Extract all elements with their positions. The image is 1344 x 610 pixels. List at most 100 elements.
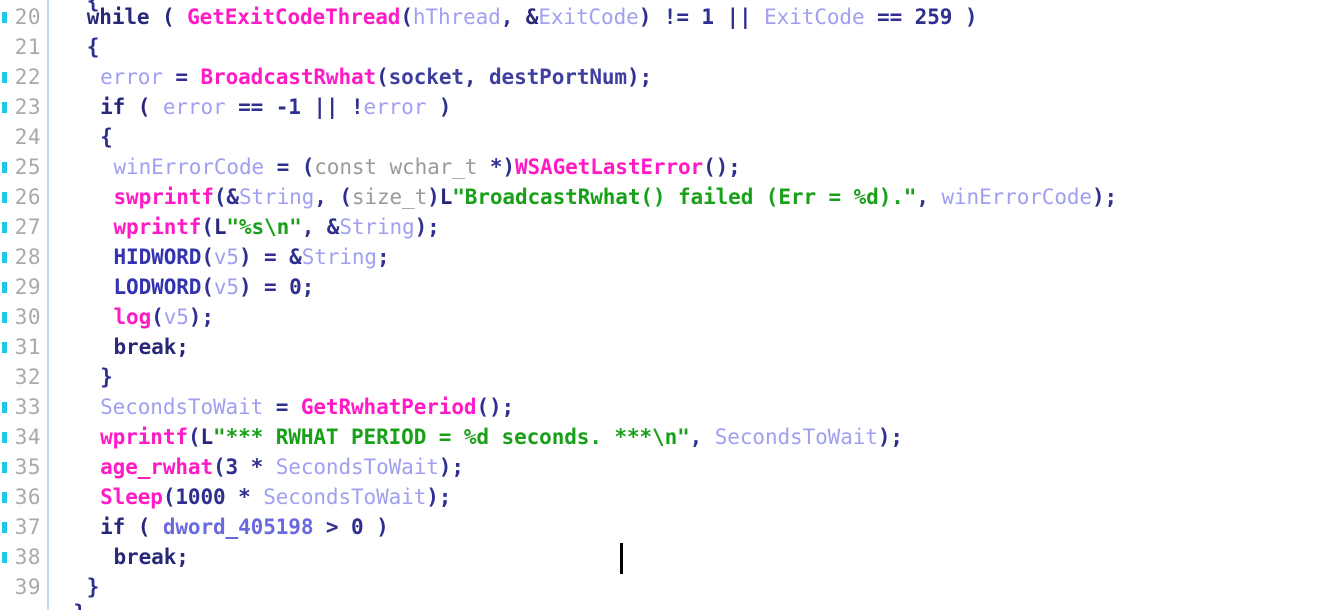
code-line[interactable]: log(v5); <box>60 302 214 332</box>
code-token[interactable]: while ( <box>87 5 187 29</box>
code-token[interactable]: hThread <box>413 5 501 29</box>
code-token[interactable]: String <box>302 245 377 269</box>
code-token[interactable]: L <box>214 215 227 239</box>
code-token[interactable]: { <box>100 125 113 149</box>
code-line[interactable]: } <box>60 598 86 610</box>
code-token[interactable]: ); <box>426 485 451 509</box>
code-token[interactable]: if ( <box>100 515 163 539</box>
code-line[interactable]: { <box>60 32 100 62</box>
code-line[interactable]: wprintf(L"*** RWHAT PERIOD = %d seconds.… <box>60 422 903 452</box>
code-token[interactable]: ); <box>189 305 214 329</box>
code-token[interactable]: "BroadcastRwhat() failed (Err = %d)." <box>452 185 916 209</box>
code-token[interactable]: , <box>690 425 715 449</box>
code-token[interactable]: ) = & <box>239 245 302 269</box>
code-line[interactable]: { <box>60 122 113 152</box>
code-token[interactable]: (); <box>476 395 514 419</box>
code-token[interactable]: ( <box>400 5 413 29</box>
code-token[interactable]: dword_405198 <box>163 515 314 539</box>
code-token[interactable]: SecondsToWait <box>276 455 439 479</box>
code-token[interactable]: ) = 0; <box>239 275 314 299</box>
code-token[interactable]: , <box>916 185 941 209</box>
code-token[interactable]: } <box>73 601 86 610</box>
code-token[interactable]: ExitCode <box>538 5 638 29</box>
code-token[interactable]: ); <box>1092 185 1117 209</box>
code-token[interactable]: SecondsToWait <box>263 485 426 509</box>
code-token[interactable]: = <box>264 155 302 179</box>
code-token[interactable]: age_rwhat <box>100 455 213 479</box>
code-token[interactable]: ( <box>188 425 201 449</box>
code-line[interactable]: if ( error == -1 || !error ) <box>60 92 451 122</box>
code-line[interactable]: break; <box>60 542 189 572</box>
code-line[interactable]: SecondsToWait = GetRwhatPeriod(); <box>60 392 514 422</box>
code-line[interactable]: } <box>60 362 113 392</box>
code-token[interactable]: wprintf <box>114 215 202 239</box>
code-token[interactable]: swprintf <box>114 185 214 209</box>
code-token[interactable]: (); <box>703 155 741 179</box>
code-token[interactable]: , <box>501 5 526 29</box>
code-token[interactable]: ) != 1 || <box>639 5 764 29</box>
code-token[interactable]: error <box>364 95 427 119</box>
code-line[interactable]: if ( dword_405198 > 0 ) <box>60 512 389 542</box>
code-token[interactable]: , <box>464 65 489 89</box>
code-token[interactable]: SecondsToWait <box>100 395 263 419</box>
code-token[interactable]: = <box>163 65 201 89</box>
code-line[interactable]: while ( GetExitCodeThread(hThread, &Exit… <box>60 2 978 32</box>
code-token[interactable]: ( <box>151 305 164 329</box>
code-token[interactable]: , ( <box>314 185 352 209</box>
code-token[interactable]: ( <box>201 275 214 299</box>
code-token[interactable]: socket <box>389 65 464 89</box>
code-token[interactable]: "*** RWHAT PERIOD = %d seconds. ***\n" <box>213 425 690 449</box>
code-token[interactable]: String <box>339 215 414 239</box>
code-line[interactable]: error = BroadcastRwhat(socket, destPortN… <box>60 62 652 92</box>
code-token[interactable]: LODWORD <box>114 275 202 299</box>
code-token[interactable]: , & <box>302 215 340 239</box>
line-number-gutter[interactable]: 20 21 22 23 24 25 26 27 28 29 30 31 32 33 34 35 36 37 38 39 <box>0 0 49 610</box>
code-token[interactable]: const wchar_t <box>314 155 490 179</box>
code-token[interactable]: ) <box>427 185 440 209</box>
code-token[interactable]: = <box>263 395 301 419</box>
code-token[interactable]: ); <box>439 455 464 479</box>
code-token[interactable]: break; <box>114 545 189 569</box>
code-token[interactable]: SecondsToWait <box>715 425 878 449</box>
code-token[interactable]: ExitCode <box>764 5 864 29</box>
code-token[interactable]: ( <box>376 65 389 89</box>
code-token[interactable]: String <box>239 185 314 209</box>
code-token[interactable]: error <box>163 95 226 119</box>
code-token[interactable]: (& <box>214 185 239 209</box>
code-token[interactable]: GetExitCodeThread <box>187 5 400 29</box>
code-line[interactable]: winErrorCode = (const wchar_t *)WSAGetLa… <box>60 152 741 182</box>
code-token[interactable]: v5 <box>214 245 239 269</box>
code-token[interactable]: size_t <box>352 185 427 209</box>
code-token[interactable]: *) <box>490 155 515 179</box>
code-token[interactable]: winErrorCode <box>114 155 265 179</box>
code-token[interactable]: HIDWORD <box>114 245 202 269</box>
code-token[interactable]: ; <box>377 245 390 269</box>
code-token[interactable]: (3 * <box>213 455 276 479</box>
code-line[interactable]: age_rwhat(3 * SecondsToWait); <box>60 452 464 482</box>
code-token[interactable]: WSAGetLastError <box>515 155 703 179</box>
code-token[interactable]: ( <box>201 215 214 239</box>
code-text-area[interactable]: {while ( GetExitCodeThread(hThread, &Exi… <box>60 0 1344 610</box>
code-token[interactable]: & <box>526 5 539 29</box>
code-token[interactable]: "%s\n" <box>226 215 301 239</box>
code-token[interactable]: } <box>87 575 100 599</box>
code-token[interactable]: (1000 * <box>163 485 263 509</box>
code-token[interactable]: winErrorCode <box>941 185 1092 209</box>
code-token[interactable]: > 0 ) <box>313 515 389 539</box>
code-token[interactable]: ); <box>627 65 652 89</box>
code-token[interactable]: ( <box>201 245 214 269</box>
code-token[interactable]: if ( <box>100 95 163 119</box>
code-token[interactable]: BroadcastRwhat <box>200 65 376 89</box>
code-line[interactable]: wprintf(L"%s\n", &String); <box>60 212 440 242</box>
code-line[interactable]: HIDWORD(v5) = &String; <box>60 242 390 272</box>
code-token[interactable]: wprintf <box>100 425 188 449</box>
code-token[interactable]: log <box>114 305 152 329</box>
code-token[interactable]: GetRwhatPeriod <box>301 395 477 419</box>
code-token[interactable]: v5 <box>164 305 189 329</box>
code-line[interactable]: break; <box>60 332 189 362</box>
code-token[interactable]: ) <box>426 95 452 119</box>
code-token[interactable]: ); <box>878 425 903 449</box>
code-token[interactable]: { <box>87 35 100 59</box>
code-token[interactable]: Sleep <box>100 485 163 509</box>
code-line[interactable]: swprintf(&String, (size_t)L"BroadcastRwh… <box>60 182 1118 212</box>
